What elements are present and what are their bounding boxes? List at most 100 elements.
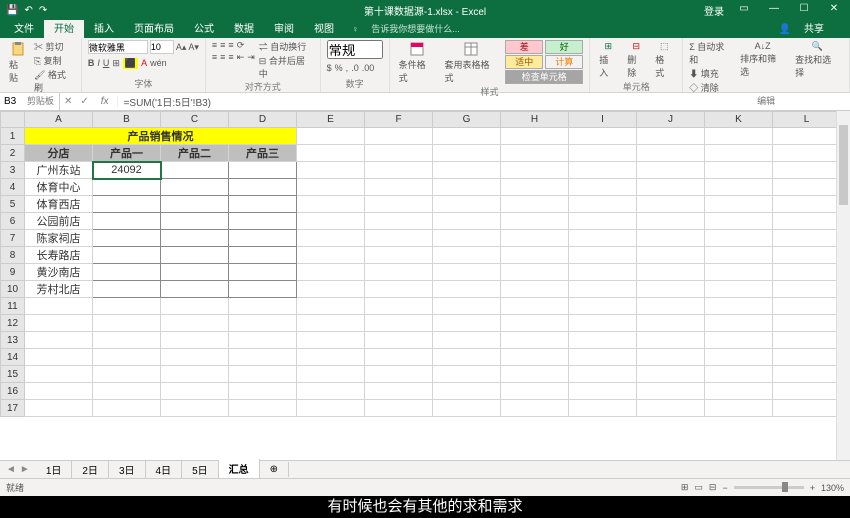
zoom-level[interactable]: 130% — [821, 483, 844, 493]
cell[interactable]: 长寿路店 — [25, 247, 93, 264]
hdr-store[interactable]: 分店 — [25, 145, 93, 162]
zoom-out-icon[interactable]: − — [722, 483, 727, 493]
phonetic-button[interactable]: wén — [150, 58, 167, 69]
sheet-tab[interactable]: 1日 — [36, 460, 73, 479]
spreadsheet-grid[interactable]: A B C D E F G H I J K L 1产品销售情况 2 分店 产品一… — [0, 111, 850, 474]
login-label[interactable]: 登录 — [700, 3, 728, 18]
delete-cells-button[interactable]: ⊟删除 — [624, 40, 648, 80]
row-header[interactable]: 17 — [1, 400, 25, 417]
row-header[interactable]: 13 — [1, 332, 25, 349]
col-header[interactable]: L — [773, 112, 841, 128]
cell[interactable] — [229, 162, 297, 179]
border-button[interactable]: ⊞ — [112, 58, 120, 69]
autosum-button[interactable]: Σ 自动求和 — [689, 40, 733, 66]
formula-input[interactable]: =SUM('1日:5日'!B3) — [118, 94, 217, 109]
col-header[interactable]: E — [297, 112, 365, 128]
copy-button[interactable]: ⎘ 复制 — [34, 54, 75, 67]
sheet-tab[interactable]: 2日 — [72, 460, 109, 479]
row-header[interactable]: 6 — [1, 213, 25, 230]
cut-button[interactable]: ✂ 剪切 — [34, 40, 75, 53]
view-break-icon[interactable]: ⊟ — [709, 482, 717, 493]
cell[interactable]: 体育西店 — [25, 196, 93, 213]
col-header[interactable]: G — [433, 112, 501, 128]
fill-button[interactable]: ⬇ 填充 — [689, 67, 733, 80]
vertical-scrollbar[interactable] — [836, 111, 850, 460]
align-mid-icon[interactable]: ≡ — [220, 40, 225, 51]
row-header[interactable]: 15 — [1, 366, 25, 383]
cell[interactable] — [161, 162, 229, 179]
col-header[interactable]: D — [229, 112, 297, 128]
tab-review[interactable]: 审阅 — [264, 17, 304, 38]
view-layout-icon[interactable]: ▭ — [694, 482, 703, 493]
row-header[interactable]: 2 — [1, 145, 25, 162]
tab-insert[interactable]: 插入 — [84, 17, 124, 38]
tell-me[interactable]: ♀ 告诉我你想要做什么... — [344, 19, 480, 38]
row-header[interactable]: 8 — [1, 247, 25, 264]
row-header[interactable]: 14 — [1, 349, 25, 366]
inc-decimal-icon[interactable]: .0 — [351, 63, 359, 73]
comma-icon[interactable]: , — [346, 63, 349, 73]
format-painter-button[interactable]: 🖌 格式刷 — [34, 68, 75, 94]
font-color-button[interactable]: A — [141, 58, 147, 69]
style-check[interactable]: 检查单元格 — [505, 70, 583, 84]
wrap-text-button[interactable]: ⇌ 自动换行 — [259, 40, 314, 53]
cell[interactable]: 公园前店 — [25, 213, 93, 230]
cell[interactable]: 体育中心 — [25, 179, 93, 196]
minimize-icon[interactable]: — — [760, 3, 788, 18]
style-neutral[interactable]: 适中 — [505, 55, 543, 69]
align-bot-icon[interactable]: ≡ — [228, 40, 233, 51]
row-header[interactable]: 1 — [1, 128, 25, 145]
currency-icon[interactable]: $ — [327, 63, 332, 73]
align-top-icon[interactable]: ≡ — [212, 40, 217, 51]
sheet-tab-active[interactable]: 汇总 — [219, 459, 260, 480]
number-format-select[interactable] — [327, 40, 383, 59]
maximize-icon[interactable]: ☐ — [790, 3, 818, 18]
tab-data[interactable]: 数据 — [224, 17, 264, 38]
hdr-p1[interactable]: 产品一 — [93, 145, 161, 162]
align-right-icon[interactable]: ≡ — [228, 52, 233, 63]
indent-inc-icon[interactable]: ⇥ — [247, 52, 255, 63]
redo-icon[interactable]: ↷ — [39, 5, 47, 16]
fx-icon[interactable]: fx — [93, 96, 118, 107]
enter-icon[interactable]: ✓ — [76, 96, 92, 107]
fill-color-button[interactable]: ⬛ — [123, 58, 138, 69]
name-box[interactable]: B3 — [0, 93, 60, 110]
paste-button[interactable]: 粘贴 — [6, 40, 30, 85]
col-header[interactable]: I — [569, 112, 637, 128]
row-header[interactable]: 5 — [1, 196, 25, 213]
cancel-icon[interactable]: ✕ — [60, 96, 76, 107]
tab-layout[interactable]: 页面布局 — [124, 17, 184, 38]
hdr-p3[interactable]: 产品三 — [229, 145, 297, 162]
tab-next-icon[interactable]: ► — [20, 464, 30, 475]
scroll-thumb[interactable] — [839, 125, 848, 205]
hdr-p2[interactable]: 产品二 — [161, 145, 229, 162]
col-header[interactable]: H — [501, 112, 569, 128]
col-header[interactable]: F — [365, 112, 433, 128]
sort-filter-button[interactable]: A↓Z排序和筛选 — [737, 40, 788, 79]
percent-icon[interactable]: % — [335, 63, 343, 73]
tab-prev-icon[interactable]: ◄ — [6, 464, 16, 475]
row-header[interactable]: 4 — [1, 179, 25, 196]
style-good[interactable]: 好 — [545, 40, 583, 54]
close-icon[interactable]: ✕ — [820, 3, 848, 18]
align-center-icon[interactable]: ≡ — [220, 52, 225, 63]
clear-button[interactable]: ◇ 清除 — [689, 81, 733, 94]
col-header[interactable]: B — [93, 112, 161, 128]
orientation-icon[interactable]: ⟳ — [237, 40, 245, 51]
table-format-button[interactable]: 套用表格格式 — [442, 40, 502, 85]
tab-formulas[interactable]: 公式 — [184, 17, 224, 38]
increase-font-icon[interactable]: A▴ — [176, 42, 187, 53]
format-cells-button[interactable]: ⬚格式 — [652, 40, 676, 80]
italic-button[interactable]: I — [97, 58, 100, 69]
align-left-icon[interactable]: ≡ — [212, 52, 217, 63]
insert-cells-button[interactable]: ⊞插入 — [596, 40, 620, 80]
col-header[interactable]: A — [25, 112, 93, 128]
style-bad[interactable]: 差 — [505, 40, 543, 54]
tab-view[interactable]: 视图 — [304, 17, 344, 38]
row-header[interactable]: 10 — [1, 281, 25, 298]
style-calc[interactable]: 计算 — [545, 55, 583, 69]
view-normal-icon[interactable]: ⊞ — [681, 482, 689, 493]
decrease-font-icon[interactable]: A▾ — [188, 42, 199, 53]
tab-file[interactable]: 文件 — [4, 17, 44, 38]
cell[interactable]: 黄沙南店 — [25, 264, 93, 281]
